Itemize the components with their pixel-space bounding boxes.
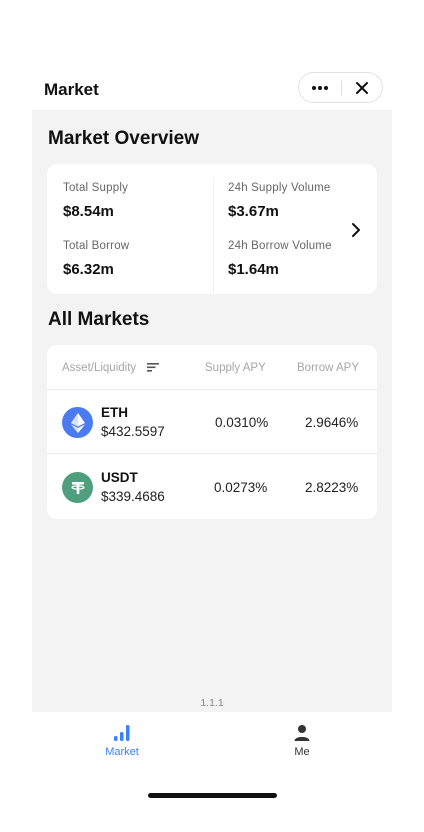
total-supply: Total Supply $8.54m [63,182,128,220]
supply-volume: 24h Supply Volume $3.67m [228,182,331,220]
total-borrow-label: Total Borrow [63,240,130,252]
close-icon [356,81,368,94]
overview-divider [213,178,214,294]
col-asset-liquidity: Asset/Liquidity [62,362,137,374]
market-overview-title: Market Overview [48,128,200,149]
tab-me-label: Me [294,746,310,758]
chevron-right-icon[interactable] [347,221,365,239]
markets-table-header: Asset/Liquidity Supply APY Borrow APY [47,345,377,390]
page-title: Market [44,80,99,99]
bar-chart-icon [114,725,130,741]
tab-me[interactable]: Me [242,724,362,758]
asset-symbol: ETH [101,405,128,420]
asset-liquidity: $339.4686 [101,489,165,504]
supply-apy-value: 0.0310% [215,415,269,430]
market-overview-card[interactable]: Total Supply $8.54m Total Borrow $6.32m … [47,164,377,294]
ethereum-icon [62,407,93,438]
borrow-apy-value: 2.8223% [305,480,359,495]
navigation-header: Market [32,70,392,110]
app-version: 1.1.1 [200,697,224,709]
app-screen: Market Market Overview Total Supply $8.5… [32,0,392,832]
borrow-volume-label: 24h Borrow Volume [228,240,332,252]
borrow-volume: 24h Borrow Volume $1.64m [228,240,332,278]
sort-icon[interactable] [147,361,160,373]
mini-program-capsule [298,72,383,103]
more-button[interactable] [299,73,341,102]
total-borrow: Total Borrow $6.32m [63,240,129,278]
tether-icon [62,472,93,503]
asset-symbol: USDT [101,470,138,485]
supply-volume-label: 24h Supply Volume [228,182,331,194]
total-supply-label: Total Supply [63,182,129,194]
asset-liquidity: $432.5597 [101,424,165,439]
col-supply-apy: Supply APY [205,362,266,374]
total-borrow-value: $6.32m [63,261,114,278]
user-icon [294,725,310,741]
borrow-apy-value: 2.9646% [305,415,359,430]
close-button[interactable] [342,73,382,102]
total-supply-value: $8.54m [63,203,114,220]
col-borrow-apy: Borrow APY [297,362,359,374]
tab-market-label: Market [105,746,139,758]
all-markets-title: All Markets [48,309,150,330]
markets-table: Asset/Liquidity Supply APY Borrow APY ET… [47,345,377,519]
market-row-eth[interactable]: ETH $432.5597 0.0310% 2.9646% [47,390,377,454]
main-content: Market Overview Total Supply $8.54m Tota… [32,110,392,712]
bottom-tab-bar: Market Me [32,712,392,772]
supply-apy-value: 0.0273% [214,480,268,495]
ellipsis-icon [312,85,328,90]
market-row-usdt[interactable]: USDT $339.4686 0.0273% 2.8223% [47,455,377,519]
home-indicator [148,793,277,798]
borrow-volume-value: $1.64m [228,261,279,278]
tab-market[interactable]: Market [62,724,182,758]
supply-volume-value: $3.67m [228,203,279,220]
